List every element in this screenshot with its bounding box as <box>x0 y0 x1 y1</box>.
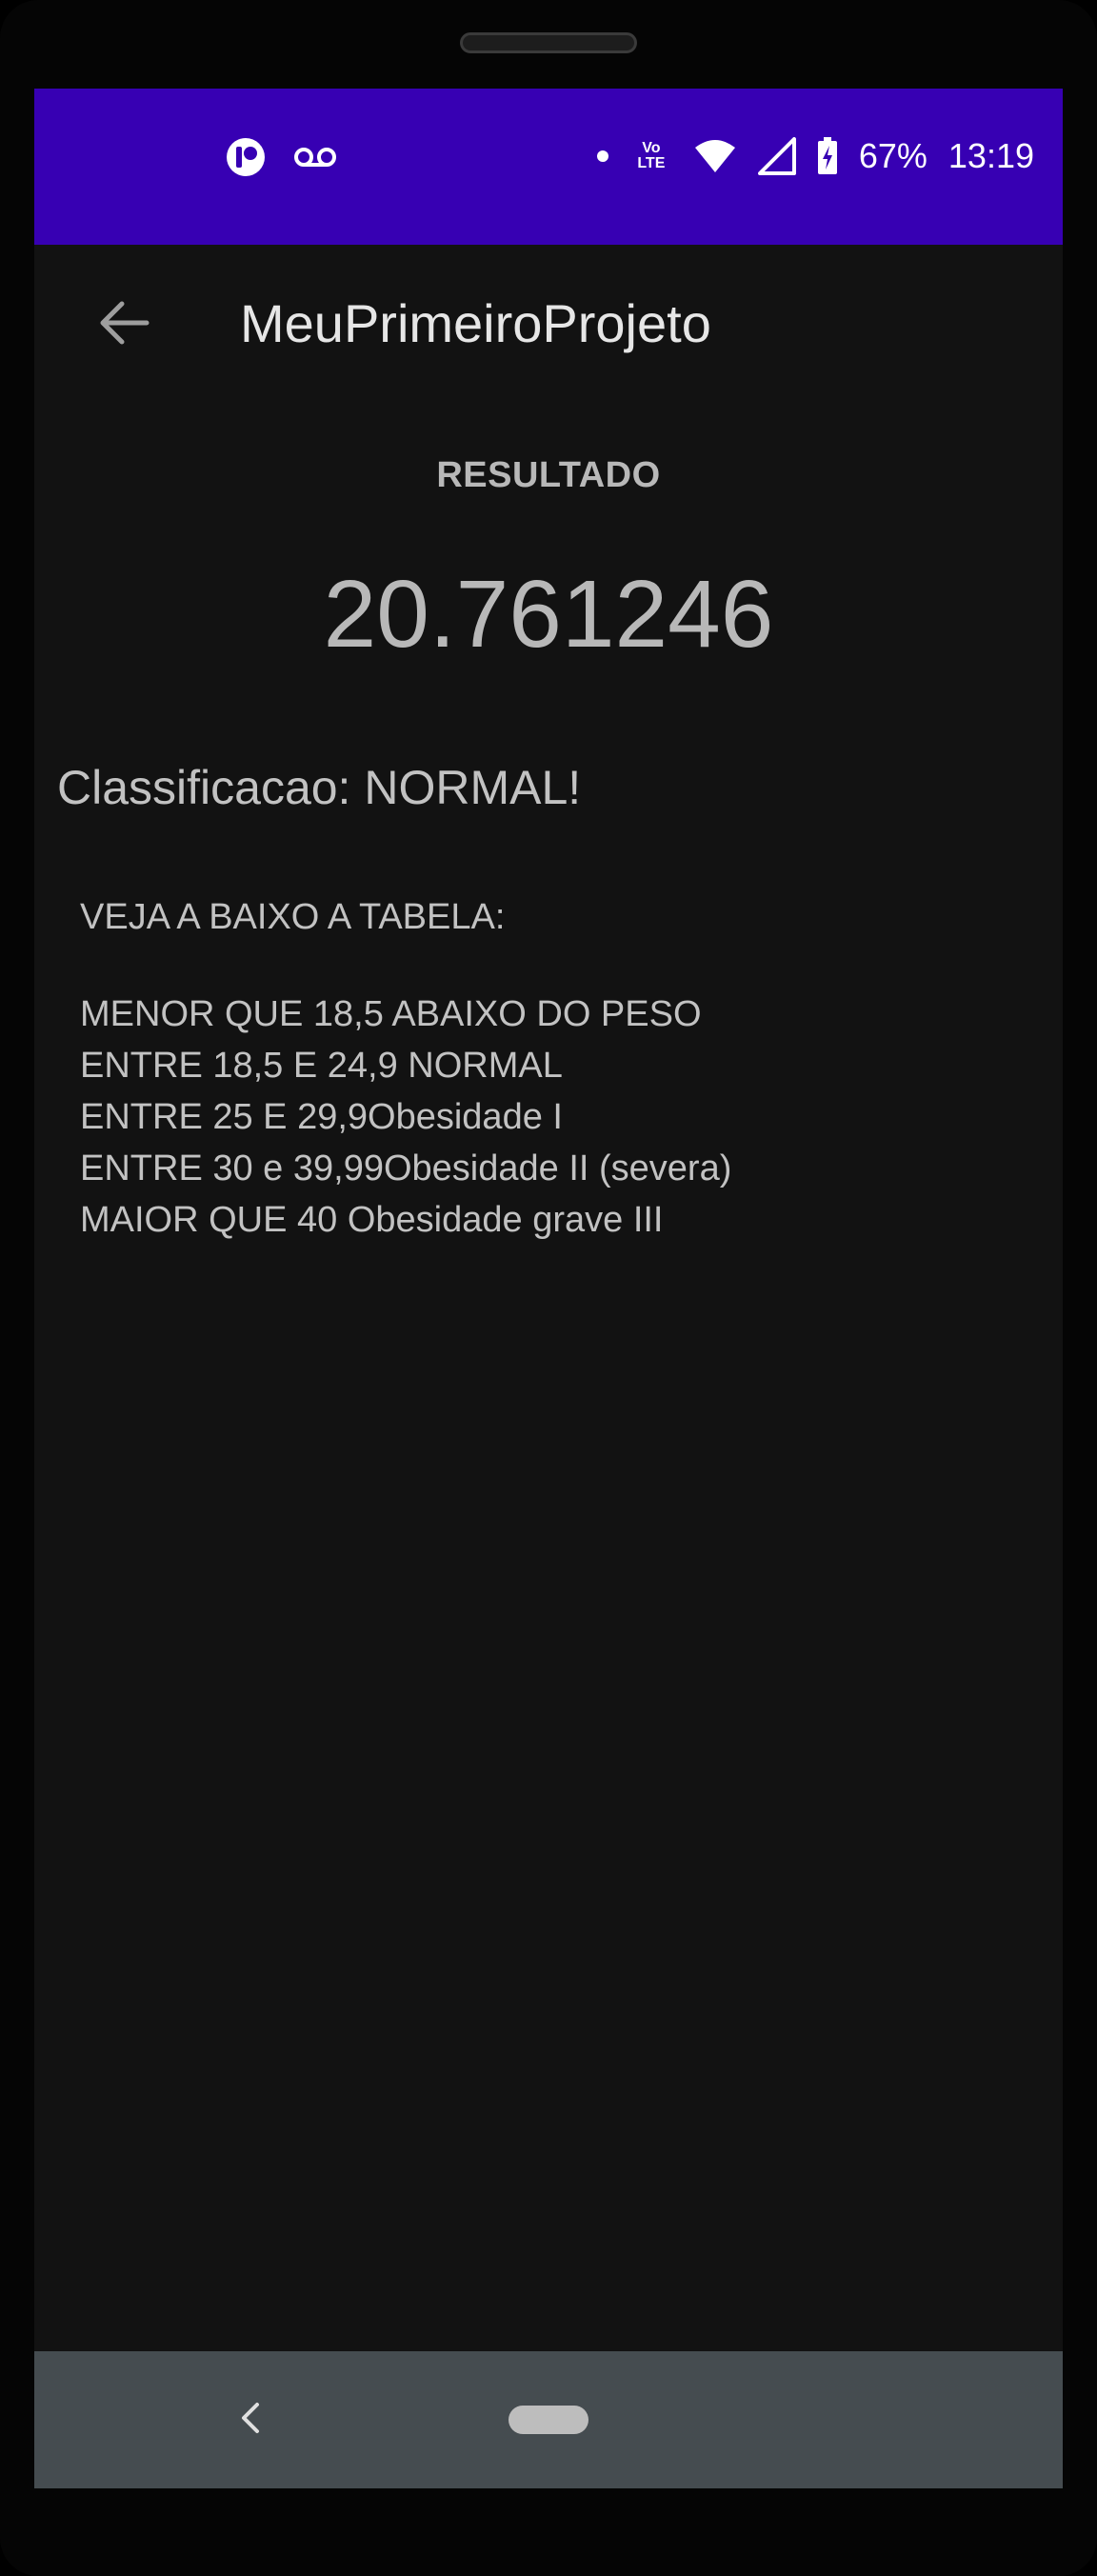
status-bar-left <box>225 136 337 178</box>
table-heading: VEJA A BAIXO A TABELA: <box>80 897 506 937</box>
app-title: MeuPrimeiroProjeto <box>240 293 711 353</box>
volte-icon: Vo LTE <box>630 141 672 171</box>
status-bar-right: Vo LTE 67% 13:19 <box>596 136 1034 176</box>
nav-back-icon <box>236 2399 263 2442</box>
result-label: RESULTADO <box>436 455 661 495</box>
table-row: ENTRE 30 e 39,99Obesidade II (severa) <box>80 1148 732 1188</box>
navigation-bar <box>34 2351 1063 2488</box>
back-button[interactable] <box>76 277 171 372</box>
battery-percentage: 67% <box>858 136 927 175</box>
clock: 13:19 <box>947 136 1034 175</box>
result-value: 20.761246 <box>323 561 774 668</box>
dot-icon <box>596 150 609 163</box>
app-notification-icon <box>225 136 267 178</box>
wifi-icon <box>693 138 737 174</box>
arrow-back-icon <box>97 298 150 352</box>
classification-text: Classificacao: NORMAL! <box>57 761 582 814</box>
nav-back-button[interactable] <box>215 2386 284 2454</box>
nav-home-pill[interactable] <box>509 2406 588 2434</box>
table-row: ENTRE 18,5 E 24,9 NORMAL <box>80 1046 563 1086</box>
app-bar: MeuPrimeiroProjeto <box>34 245 1063 405</box>
table-row: ENTRE 25 E 29,9Obesidade I <box>80 1097 563 1137</box>
screen: Vo LTE 67% 13:19 MeuPrimeiroProjeto RESU… <box>34 89 1063 2488</box>
voicemail-icon <box>293 146 337 169</box>
battery-charging-icon <box>817 137 838 175</box>
table-row: MAIOR QUE 40 Obesidade grave III <box>80 1200 664 1240</box>
cell-signal-icon <box>757 137 796 175</box>
status-bar: Vo LTE 67% 13:19 <box>34 89 1063 245</box>
table-row: MENOR QUE 18,5 ABAIXO DO PESO <box>80 994 702 1034</box>
volte-label: Vo LTE <box>637 140 666 171</box>
bmi-table: VEJA A BAIXO A TABELA: MENOR QUE 18,5 AB… <box>80 891 731 1246</box>
phone-frame: Vo LTE 67% 13:19 MeuPrimeiroProjeto RESU… <box>0 0 1097 2576</box>
earpiece-speaker <box>460 32 637 53</box>
